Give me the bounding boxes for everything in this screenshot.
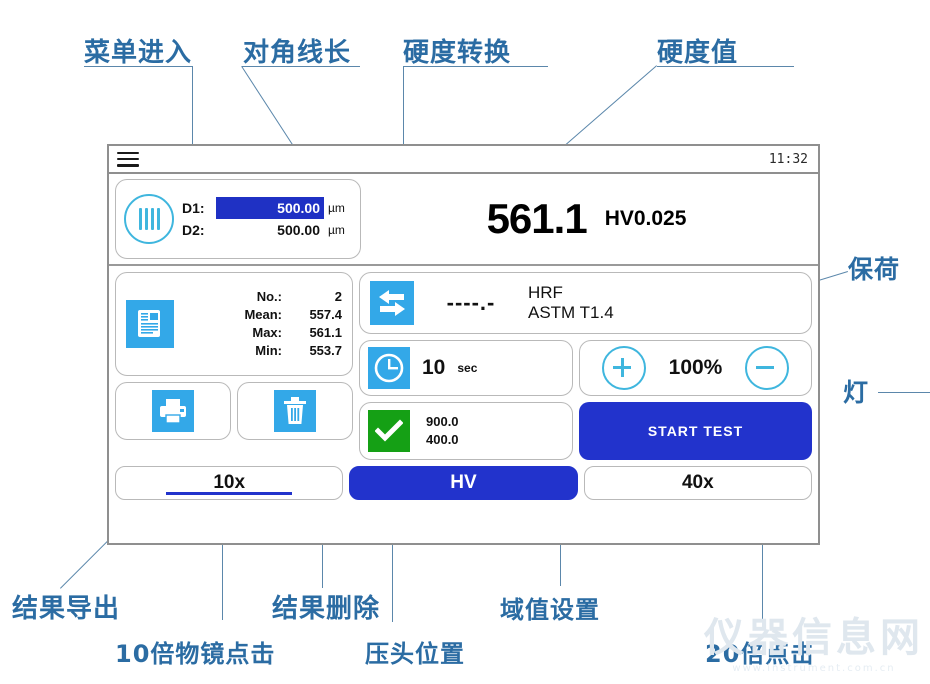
d1-unit: µm bbox=[328, 201, 345, 215]
instrument-touchscreen: 11:32 D1: 500.00 µm D2: 500.00 µm 561.1 … bbox=[107, 144, 820, 545]
table-row: No.: 2 bbox=[174, 288, 342, 306]
hardness-readout: 561.1 HV0.025 bbox=[361, 179, 812, 258]
conversion-standard: HRF ASTM T1.4 bbox=[528, 283, 614, 323]
annotation-diagonal-length: 对角线长 bbox=[243, 38, 352, 68]
print-button[interactable] bbox=[115, 382, 231, 440]
minus-circle-icon[interactable] bbox=[745, 346, 790, 390]
annotation-objective-10x: 10倍物镜点击 bbox=[115, 640, 276, 668]
d1-label: D1: bbox=[182, 200, 205, 216]
hardness-conversion-card[interactable]: ----.- HRF ASTM T1.4 bbox=[359, 272, 812, 334]
clock-label: 11:32 bbox=[768, 151, 808, 167]
dwell-time-unit: sec bbox=[457, 361, 478, 375]
stat-value: 557.4 bbox=[309, 307, 342, 322]
diagonal-row-d2[interactable]: D2: 500.00 µm bbox=[182, 219, 345, 241]
stat-key: Min: bbox=[255, 343, 282, 358]
threshold-lower: 400.0 bbox=[426, 432, 459, 447]
stat-value: 561.1 bbox=[309, 325, 342, 340]
trash-icon bbox=[274, 390, 316, 432]
annotation-export-result: 结果导出 bbox=[12, 594, 121, 624]
indent-diagonal-icon bbox=[124, 194, 174, 244]
objective-10x-label: 10x bbox=[213, 472, 246, 493]
stat-key: Max: bbox=[252, 325, 282, 340]
d1-value[interactable]: 500.00 bbox=[216, 197, 324, 219]
leader-light-h bbox=[878, 392, 930, 393]
objective-10x-underline bbox=[166, 492, 293, 495]
conversion-value: ----.- bbox=[446, 290, 496, 315]
dwell-time-card[interactable]: 10 sec bbox=[359, 340, 573, 396]
hardness-value: 561.1 bbox=[486, 194, 588, 242]
dwell-and-light-row: 10 sec 100% bbox=[359, 340, 812, 396]
annotation-objective-20x: 20倍点击 bbox=[705, 640, 816, 668]
conversion-norm: ASTM T1.4 bbox=[528, 303, 614, 322]
statistics-card[interactable]: No.: 2 Mean: 557.4 Max: 561.1 Min: 553.7 bbox=[115, 272, 353, 376]
threshold-upper: 900.0 bbox=[426, 414, 459, 429]
conversion-scale: HRF bbox=[528, 283, 563, 302]
objective-40x-button[interactable]: 40x bbox=[583, 466, 812, 500]
light-intensity-value: 100% bbox=[668, 356, 723, 379]
threshold-card[interactable]: 900.0 400.0 bbox=[359, 402, 573, 460]
table-row: Min: 553.7 bbox=[174, 342, 342, 360]
stat-value: 2 bbox=[334, 289, 342, 304]
objective-40x-label: 40x bbox=[681, 472, 714, 493]
dwell-time-value[interactable]: 10 bbox=[422, 356, 445, 380]
left-column: No.: 2 Mean: 557.4 Max: 561.1 Min: 553.7 bbox=[115, 272, 353, 460]
annotation-hardness-conversion: 硬度转换 bbox=[403, 38, 512, 68]
stat-key: Mean: bbox=[244, 307, 282, 322]
diagonal-row-d1[interactable]: D1: 500.00 µm bbox=[182, 197, 345, 219]
d2-label: D2: bbox=[182, 222, 205, 238]
table-row: Mean: 557.4 bbox=[174, 306, 342, 324]
hardness-scale: HV0.025 bbox=[604, 206, 687, 230]
statistics-table: No.: 2 Mean: 557.4 Max: 561.1 Min: 553.7 bbox=[174, 288, 342, 360]
stat-value: 553.7 bbox=[309, 343, 342, 358]
threshold-and-start-row: 900.0 400.0 START TEST bbox=[359, 402, 812, 460]
indenter-position-label: HV bbox=[450, 472, 477, 493]
check-mark-icon bbox=[368, 410, 410, 452]
printer-icon bbox=[152, 390, 194, 432]
diagonal-values: D1: 500.00 µm D2: 500.00 µm bbox=[182, 197, 345, 241]
stat-key: No.: bbox=[256, 289, 282, 304]
annotation-light: 灯 bbox=[843, 378, 870, 407]
annotation-indenter-position: 压头位置 bbox=[365, 640, 465, 668]
diagonal-card[interactable]: D1: 500.00 µm D2: 500.00 µm bbox=[115, 179, 361, 259]
top-readout-band: D1: 500.00 µm D2: 500.00 µm 561.1 HV0.02… bbox=[109, 174, 818, 266]
objective-10x-button[interactable]: 10x bbox=[115, 466, 344, 500]
report-document-icon bbox=[126, 300, 174, 348]
objective-selector-row: 10x HV 40x bbox=[109, 460, 818, 500]
threshold-values: 900.0 400.0 bbox=[426, 413, 459, 449]
d2-unit: µm bbox=[328, 223, 345, 237]
main-control-grid: No.: 2 Mean: 557.4 Max: 561.1 Min: 553.7… bbox=[109, 266, 818, 460]
delete-button[interactable] bbox=[237, 382, 353, 440]
leader-menu-v bbox=[192, 66, 193, 152]
table-row: Max: 561.1 bbox=[174, 324, 342, 342]
hamburger-menu-icon[interactable] bbox=[117, 151, 139, 167]
right-column: ----.- HRF ASTM T1.4 10 sec 100% 900.0 4… bbox=[359, 272, 812, 460]
indenter-position-button[interactable]: HV bbox=[349, 466, 578, 500]
annotation-menu-entry: 菜单进入 bbox=[84, 38, 193, 68]
annotation-hardness-value: 硬度值 bbox=[657, 38, 739, 68]
annotation-dwell-load: 保荷 bbox=[848, 255, 901, 284]
d2-value[interactable]: 500.00 bbox=[216, 219, 324, 241]
tool-buttons-row bbox=[115, 382, 353, 440]
clock-icon bbox=[368, 347, 410, 389]
plus-circle-icon[interactable] bbox=[601, 346, 646, 390]
leader-indenter-v bbox=[392, 540, 393, 622]
convert-arrows-icon bbox=[370, 281, 414, 325]
light-intensity-card[interactable]: 100% bbox=[579, 340, 812, 396]
annotation-delete-result: 结果删除 bbox=[272, 594, 381, 624]
annotation-threshold-setting: 域值设置 bbox=[500, 596, 600, 624]
title-bar: 11:32 bbox=[109, 146, 818, 174]
start-test-button[interactable]: START TEST bbox=[579, 402, 812, 460]
